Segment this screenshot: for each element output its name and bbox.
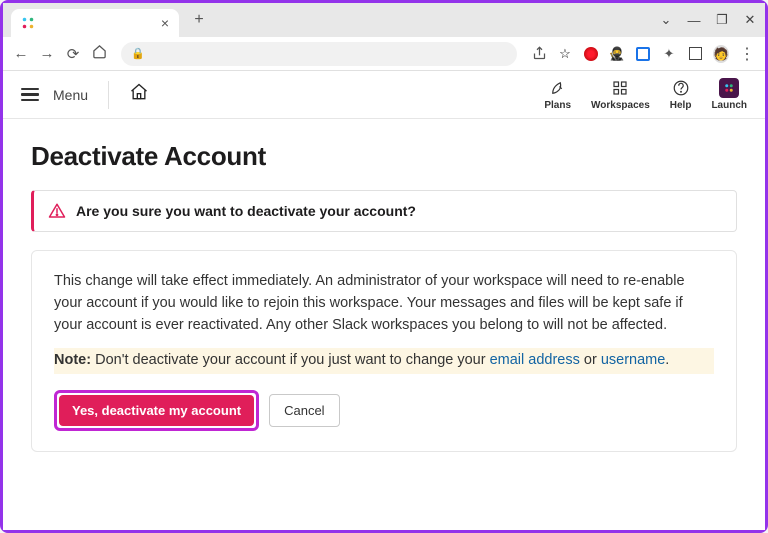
browser-toolbar: ← → ⟳ 🔒 ☆ 🥷 ✦ 🧑 ⋮ (3, 37, 765, 71)
deactivate-confirm-button[interactable]: Yes, deactivate my account (59, 395, 254, 426)
username-link[interactable]: username (601, 352, 665, 368)
address-bar[interactable]: 🔒 (121, 42, 517, 66)
star-icon[interactable]: ☆ (557, 46, 573, 62)
extension-icon-2[interactable] (635, 46, 651, 62)
highlight-annotation: Yes, deactivate my account (54, 390, 259, 431)
divider (108, 81, 109, 109)
house-icon[interactable] (129, 82, 149, 107)
reload-button[interactable]: ⟳ (65, 45, 81, 63)
back-button[interactable]: ← (13, 45, 29, 62)
minimize-button[interactable]: — (687, 13, 701, 28)
note-strip: Note: Don't deactivate your account if y… (54, 348, 714, 374)
page-title: Deactivate Account (31, 141, 737, 172)
slack-favicon-icon (21, 16, 35, 30)
grid-icon (610, 78, 630, 98)
browser-window: × + ⌄ — ❐ ✕ ← → ⟳ 🔒 ☆ 🥷 ✦ (0, 0, 768, 533)
nav-plans[interactable]: Plans (544, 78, 571, 111)
home-icon[interactable] (91, 44, 107, 63)
nav-help[interactable]: Help (670, 78, 692, 111)
tab-overview-icon[interactable] (687, 46, 703, 62)
nav-launch-label: Launch (711, 100, 747, 111)
confirmation-panel: This change will take effect immediately… (31, 250, 737, 452)
note-label: Note: (54, 352, 91, 368)
lock-icon: 🔒 (131, 47, 145, 60)
forward-button[interactable]: → (39, 45, 55, 62)
profile-avatar[interactable]: 🧑 (713, 46, 729, 62)
kebab-menu-icon[interactable]: ⋮ (739, 44, 755, 64)
maximize-button[interactable]: ❐ (715, 12, 729, 28)
note-text-post: . (665, 352, 669, 368)
chevron-down-icon[interactable]: ⌄ (659, 12, 673, 28)
note-text-mid: or (580, 352, 601, 368)
nav-help-label: Help (670, 100, 692, 111)
nav-plans-label: Plans (544, 100, 571, 111)
nav-workspaces-label: Workspaces (591, 100, 650, 111)
opera-extension-icon[interactable] (583, 46, 599, 62)
extension-icon-1[interactable]: 🥷 (609, 46, 625, 62)
page-content: Menu Plans Workspaces (3, 71, 765, 530)
extensions-icon[interactable]: ✦ (661, 46, 677, 62)
panel-body-text: This change will take effect immediately… (54, 271, 714, 336)
rocket-icon (548, 78, 568, 98)
share-icon[interactable] (531, 46, 547, 62)
close-window-button[interactable]: ✕ (743, 12, 757, 28)
alert-text: Are you sure you want to deactivate your… (76, 203, 416, 219)
hamburger-menu-icon[interactable] (21, 88, 39, 102)
menu-label[interactable]: Menu (53, 87, 88, 103)
slack-badge-icon (719, 78, 739, 98)
new-tab-button[interactable]: + (189, 11, 209, 29)
help-icon (671, 78, 691, 98)
note-text-pre: Don't deactivate your account if you jus… (91, 352, 490, 368)
browser-tab[interactable]: × (11, 9, 179, 37)
warning-triangle-icon (48, 202, 66, 220)
nav-workspaces[interactable]: Workspaces (591, 78, 650, 111)
nav-launch[interactable]: Launch (711, 78, 747, 111)
browser-titlebar: × + ⌄ — ❐ ✕ (3, 3, 765, 37)
tab-close-icon[interactable]: × (161, 15, 169, 31)
site-header: Menu Plans Workspaces (3, 71, 765, 119)
email-address-link[interactable]: email address (490, 352, 580, 368)
cancel-button[interactable]: Cancel (269, 394, 339, 427)
alert-banner: Are you sure you want to deactivate your… (31, 190, 737, 232)
